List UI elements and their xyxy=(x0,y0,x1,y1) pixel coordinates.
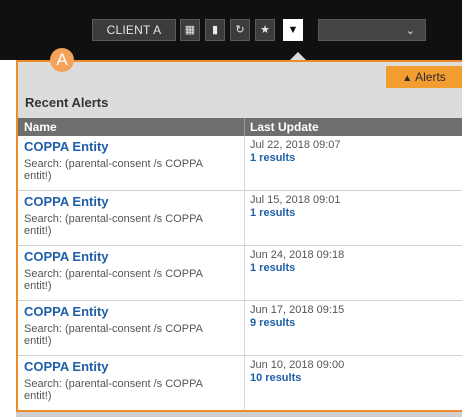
alert-date: Jun 24, 2018 09:18 xyxy=(250,249,345,261)
table-row[interactable]: COPPA Entity Search: (parental-consent /… xyxy=(18,301,462,356)
alert-name-link[interactable]: COPPA Entity xyxy=(24,249,109,264)
table-header: Name Last Update xyxy=(18,118,462,136)
table-row[interactable]: COPPA Entity Search: (parental-consent /… xyxy=(18,356,462,410)
alert-search-query: Search: (parental-consent /s COPPA entit… xyxy=(24,268,203,292)
alert-name-link[interactable]: COPPA Entity xyxy=(24,139,109,154)
alert-results-link[interactable]: 1 results xyxy=(250,207,295,219)
alert-date: Jun 17, 2018 09:15 xyxy=(250,304,345,316)
bell-icon: ▲ xyxy=(402,73,413,84)
alert-search-query: Search: (parental-consent /s COPPA entit… xyxy=(24,158,203,182)
alert-date: Jul 22, 2018 09:07 xyxy=(250,139,341,151)
folder-icon[interactable]: ▮ xyxy=(205,19,225,41)
chevron-down-icon: ⌄ xyxy=(405,25,415,37)
section-title: Recent Alerts xyxy=(25,95,109,110)
alert-name-link[interactable]: COPPA Entity xyxy=(24,359,109,374)
alert-name-link[interactable]: COPPA Entity xyxy=(24,304,109,319)
table-row[interactable]: COPPA Entity Search: (parental-consent /… xyxy=(18,246,462,301)
table-row[interactable]: COPPA Entity Search: (parental-consent /… xyxy=(18,191,462,246)
alerts-table: Name Last Update COPPA Entity Search: (p… xyxy=(18,118,462,410)
alert-results-link[interactable]: 9 results xyxy=(250,317,295,329)
star-icon[interactable]: ★ xyxy=(255,19,275,41)
annotation-badge: A xyxy=(50,48,74,72)
alert-results-link[interactable]: 10 results xyxy=(250,372,301,384)
alerts-panel: ▲ Alerts Recent Alerts Name Last Update C… xyxy=(16,60,462,412)
history-icon[interactable]: ↻ xyxy=(230,19,250,41)
alert-search-query: Search: (parental-consent /s COPPA entit… xyxy=(24,213,203,237)
alert-search-query: Search: (parental-consent /s COPPA entit… xyxy=(24,378,203,402)
column-header-last-update[interactable]: Last Update xyxy=(250,120,319,134)
alert-name-link[interactable]: COPPA Entity xyxy=(24,194,109,209)
alert-results-link[interactable]: 1 results xyxy=(250,152,295,164)
alert-results-link[interactable]: 1 results xyxy=(250,262,295,274)
alerts-tab[interactable]: ▲ Alerts xyxy=(386,66,462,88)
bell-icon[interactable]: ▼ xyxy=(283,19,303,41)
panel-bottom-strip xyxy=(16,412,462,417)
client-selector-button[interactable]: CLIENT A xyxy=(92,19,176,41)
column-header-name[interactable]: Name xyxy=(24,120,57,134)
alert-search-query: Search: (parental-consent /s COPPA entit… xyxy=(24,323,203,347)
alert-date: Jul 15, 2018 09:01 xyxy=(250,194,341,206)
toolbar-dropdown[interactable]: ⌄ xyxy=(318,19,426,41)
alert-date: Jun 10, 2018 09:00 xyxy=(250,359,345,371)
calculator-icon[interactable]: ▦ xyxy=(180,19,200,41)
alerts-tab-label: Alerts xyxy=(415,70,446,84)
table-row[interactable]: COPPA Entity Search: (parental-consent /… xyxy=(18,136,462,191)
